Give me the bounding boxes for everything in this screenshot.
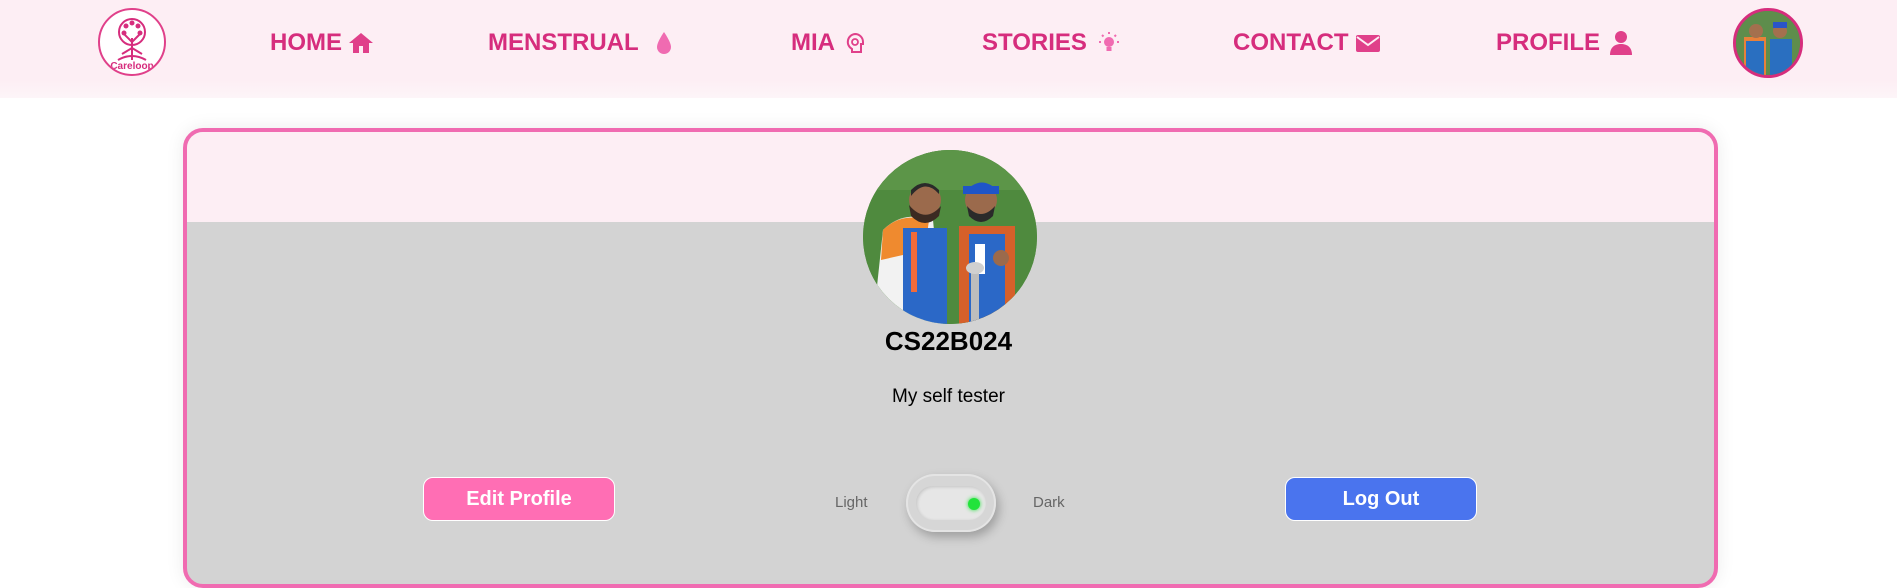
nav-home-label: HOME xyxy=(270,29,342,56)
nav-mia-label: MIA xyxy=(791,29,835,56)
home-icon xyxy=(348,31,374,55)
nav-home[interactable]: HOME xyxy=(270,26,374,60)
profile-photo xyxy=(863,150,1037,324)
nav-mia[interactable]: MIA xyxy=(791,26,865,60)
nav-contact-label: CONTACT xyxy=(1233,29,1349,56)
nav-stories-label: STORIES xyxy=(982,29,1087,56)
nav-stories[interactable]: STORIES xyxy=(982,26,1121,60)
edit-profile-button[interactable]: Edit Profile xyxy=(423,477,615,521)
nav-menstrual[interactable]: MENSTRUAL xyxy=(488,26,673,60)
navbar: Careloop HOME MENSTRUAL MIA STORIES CONT… xyxy=(0,0,1897,98)
careloop-logo[interactable]: Careloop xyxy=(98,8,166,76)
head-brain-icon xyxy=(845,32,865,54)
user-avatar[interactable] xyxy=(1733,8,1803,78)
nav-profile-label: PROFILE xyxy=(1496,29,1601,56)
nav-profile[interactable]: PROFILE xyxy=(1496,26,1634,60)
nav-menstrual-label: MENSTRUAL xyxy=(488,29,639,56)
logout-button[interactable]: Log Out xyxy=(1285,477,1477,521)
logo-text: Careloop xyxy=(110,61,153,72)
nav-contact[interactable]: CONTACT xyxy=(1233,26,1381,60)
drop-icon xyxy=(655,31,673,55)
theme-toggle-indicator xyxy=(968,498,980,510)
profile-username: CS22B024 xyxy=(884,326,1013,356)
theme-toggle-track xyxy=(916,486,986,520)
envelope-icon xyxy=(1355,33,1381,53)
profile-photo-image xyxy=(863,150,1037,324)
profile-bio: My self tester xyxy=(892,386,1005,407)
avatar-photo xyxy=(1736,11,1800,75)
theme-toggle[interactable] xyxy=(906,474,996,532)
theme-dark-label: Dark xyxy=(1033,494,1065,511)
lightbulb-icon xyxy=(1097,31,1121,55)
tree-logo-icon: Careloop xyxy=(110,18,154,72)
user-icon xyxy=(1608,30,1634,56)
theme-light-label: Light xyxy=(835,494,868,511)
